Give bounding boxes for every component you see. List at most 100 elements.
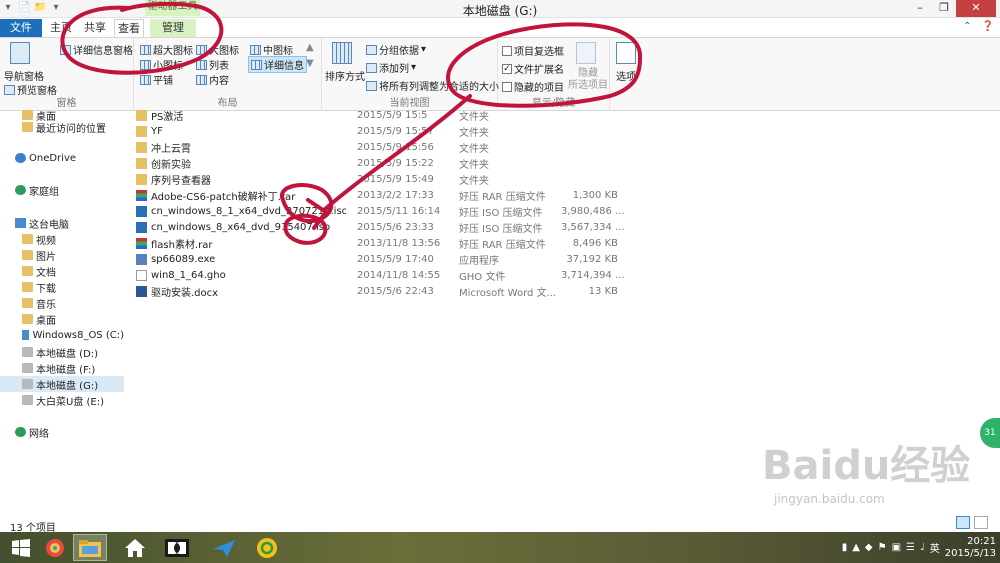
- file-row[interactable]: cn_windows_8_x64_dvd_915407.iso 2015/5/6 …: [136, 219, 636, 235]
- fit-columns-button[interactable]: 将所有列调整为合适的大小: [366, 78, 499, 93]
- tab-share[interactable]: 共享: [80, 19, 110, 37]
- details-pane-icon: [60, 44, 71, 55]
- file-row[interactable]: 冲上云霄 2015/5/9 15:56 文件夹: [136, 139, 636, 155]
- plane-icon[interactable]: [207, 534, 241, 561]
- home-icon[interactable]: [118, 534, 152, 561]
- file-row[interactable]: sp66089.exe 2015/5/9 17:40 应用程序 37,192 KB: [136, 251, 636, 267]
- minimize-icon[interactable]: –: [908, 0, 932, 17]
- layout-scroll-down-icon[interactable]: ▼: [306, 58, 314, 69]
- ime-indicator[interactable]: 英: [930, 540, 940, 555]
- hide-selected-button[interactable]: 隐藏 所选项目: [568, 68, 608, 92]
- nav-item-drive-c[interactable]: Windows8_OS (C:): [0, 327, 124, 343]
- file-explorer-icon[interactable]: [73, 534, 107, 561]
- large-icons-view-icon[interactable]: [974, 516, 988, 529]
- layout-small-icons[interactable]: 小图标: [140, 57, 183, 72]
- layout-details[interactable]: 详细信息: [248, 56, 307, 73]
- tab-manage[interactable]: 管理: [150, 19, 196, 37]
- nav-item-network[interactable]: 网络: [0, 424, 124, 440]
- nav-item-onedrive[interactable]: OneDrive: [0, 150, 124, 166]
- item-checkboxes-toggle[interactable]: 项目复选框: [502, 43, 564, 58]
- tab-file[interactable]: 文件: [0, 19, 42, 37]
- show-hidden-icons-icon[interactable]: ▲: [852, 542, 860, 553]
- sort-by-icon[interactable]: [332, 42, 352, 64]
- battery-icon[interactable]: ▮: [842, 542, 848, 553]
- close-icon[interactable]: ✕: [956, 0, 996, 17]
- nav-pane-button[interactable]: 导航窗格: [4, 68, 44, 83]
- file-extensions-checkbox[interactable]: ✓: [502, 63, 512, 74]
- nav-item-this-pc[interactable]: 这台电脑: [0, 215, 124, 231]
- drive-icon: [22, 363, 33, 373]
- ribbon-tabs: 文件 主页 共享 查看 管理 ⌃ ❓: [0, 19, 1000, 37]
- rar-archive-icon: [136, 237, 147, 249]
- windows-start-icon[interactable]: [4, 534, 38, 561]
- nav-item-videos[interactable]: 视频: [0, 231, 124, 247]
- layout-group: 超大图标 大图标 中图标 小图标 列表 详细信息 平铺 内容 ▲ ▼ 布局: [134, 38, 322, 111]
- clock[interactable]: 20:21 2015/5/13: [945, 536, 996, 560]
- nav-item-documents[interactable]: 文档: [0, 263, 124, 279]
- volume-icon[interactable]: ♩: [920, 542, 925, 553]
- hidden-items-checkbox[interactable]: [502, 81, 512, 92]
- properties-icon[interactable]: 📄: [18, 2, 30, 14]
- add-column-button[interactable]: 添加列 ▾: [366, 60, 416, 75]
- app-icon[interactable]: [38, 534, 72, 561]
- tab-home[interactable]: 主页: [48, 19, 74, 37]
- sogou-icon[interactable]: [250, 534, 284, 561]
- maximize-icon[interactable]: ❐: [932, 0, 956, 17]
- layout-medium-icons[interactable]: 中图标: [250, 42, 293, 57]
- nav-pane-icon[interactable]: [10, 42, 30, 64]
- display-icon[interactable]: ▣: [892, 542, 901, 553]
- nav-item-downloads[interactable]: 下载: [0, 279, 124, 295]
- layout-tiles[interactable]: 平铺: [140, 72, 173, 87]
- hidden-items-toggle[interactable]: 隐藏的项目: [502, 79, 564, 94]
- file-row[interactable]: 创新实验 2015/5/9 15:22 文件夹: [136, 155, 636, 171]
- layout-list[interactable]: 列表: [196, 57, 229, 72]
- item-checkboxes-checkbox[interactable]: [502, 45, 512, 56]
- nav-item-drive-g[interactable]: 本地磁盘 (G:): [0, 376, 124, 392]
- nav-item-recent[interactable]: 最近访问的位置: [0, 119, 124, 135]
- folder-icon: [136, 109, 147, 121]
- options-icon[interactable]: [616, 42, 636, 64]
- options-button[interactable]: 选项: [616, 68, 636, 83]
- tab-view[interactable]: 查看: [114, 19, 144, 37]
- collapse-ribbon-icon[interactable]: ⌃: [963, 21, 971, 32]
- details-view-icon[interactable]: [956, 516, 970, 529]
- new-folder-icon[interactable]: 📁: [34, 2, 46, 14]
- layout-large-icons[interactable]: 大图标: [196, 42, 239, 57]
- security-icon[interactable]: ◆: [865, 542, 873, 553]
- nav-item-pictures[interactable]: 图片: [0, 247, 124, 263]
- file-row[interactable]: 驱动安装.docx 2015/5/6 22:43 Microsoft Word 文.…: [136, 283, 636, 299]
- folder-icon: [22, 282, 33, 292]
- details-pane-button[interactable]: 详细信息窗格: [60, 42, 133, 57]
- layout-content[interactable]: 内容: [196, 72, 229, 87]
- file-row[interactable]: flash素材.rar 2013/11/8 13:56 好压 RAR 压缩文件 8,4…: [136, 235, 636, 251]
- folder-icon: [136, 173, 147, 185]
- nav-item-music[interactable]: 音乐: [0, 295, 124, 311]
- nav-item-homegroup[interactable]: 家庭组: [0, 182, 124, 198]
- group-by-button[interactable]: 分组依据 ▾: [366, 42, 426, 57]
- layout-extra-large-icons[interactable]: 超大图标: [140, 42, 193, 57]
- file-row[interactable]: cn_windows_8_1_x64_dvd_2707217.iso 2015/5…: [136, 203, 636, 219]
- current-view-group: 排序方式 分组依据 ▾ 添加列 ▾ 将所有列调整为合适的大小 当前视图: [322, 38, 499, 111]
- layout-scroll-up-icon[interactable]: ▲: [306, 42, 314, 53]
- help-icon[interactable]: ❓: [982, 21, 994, 32]
- system-tray: ▮ ▲ ◆ ⚑ ▣ ☰ ♩ 英 20:21 2015/5/13: [842, 534, 996, 561]
- hide-selected-icon[interactable]: [576, 42, 596, 64]
- file-row[interactable]: win8_1_64.gho 2014/11/8 14:55 GHO 文件 3,714,…: [136, 267, 636, 283]
- nav-item-drive-e[interactable]: 大白菜U盘 (E:): [0, 392, 124, 408]
- file-row[interactable]: YF 2015/5/9 15:57 文件夹: [136, 123, 636, 139]
- taskbar: ▮ ▲ ◆ ⚑ ▣ ☰ ♩ 英 20:21 2015/5/13: [0, 532, 1000, 563]
- homegroup-icon: [15, 185, 26, 195]
- network-status-icon[interactable]: ☰: [906, 542, 915, 553]
- dolby-icon[interactable]: [160, 534, 194, 561]
- sort-by-button[interactable]: 排序方式: [325, 68, 365, 83]
- file-row[interactable]: PS激活 2015/5/9 15:5 文件夹: [136, 107, 636, 123]
- qa-dropdown-icon[interactable]: ▾: [50, 2, 62, 14]
- file-row[interactable]: Adobe-CS6-patch破解补丁.rar 2013/2/2 17:33 好压 …: [136, 187, 636, 203]
- file-extensions-toggle[interactable]: ✓ 文件扩展名: [502, 61, 564, 76]
- app-menu-icon[interactable]: ▾: [2, 2, 14, 14]
- nav-item-desktop[interactable]: 桌面: [0, 311, 124, 327]
- action-center-icon[interactable]: ⚑: [878, 542, 887, 553]
- file-row[interactable]: 序列号查看器 2015/5/9 15:49 文件夹: [136, 171, 636, 187]
- nav-item-drive-f[interactable]: 本地磁盘 (F:): [0, 360, 124, 376]
- nav-item-drive-d[interactable]: 本地磁盘 (D:): [0, 344, 124, 360]
